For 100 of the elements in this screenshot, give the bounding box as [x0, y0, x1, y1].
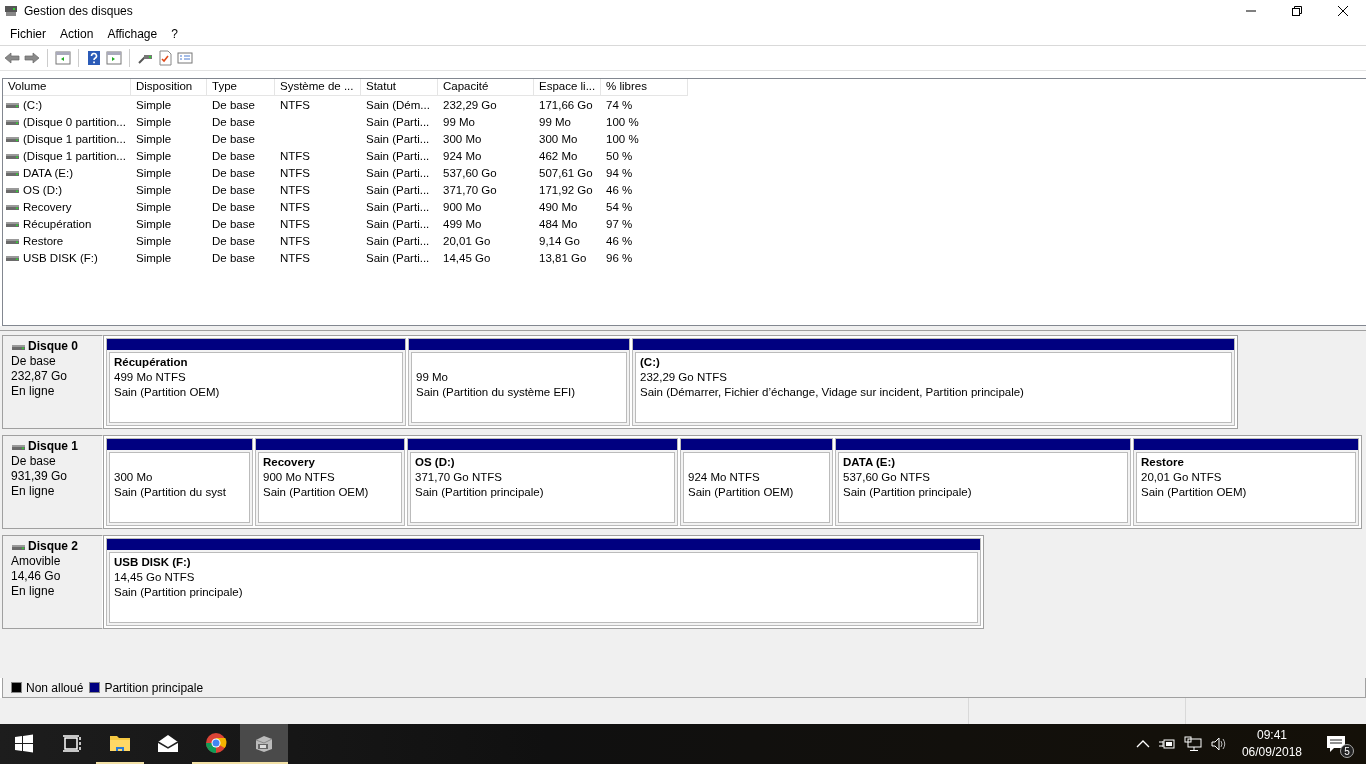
maximize-icon	[1292, 6, 1302, 16]
partition-name: USB DISK (F:)	[114, 555, 192, 570]
partition-name: DATA (E:)	[843, 455, 897, 470]
table-cell-text: 462 Mo	[538, 149, 579, 162]
table-cell-text: 499 Mo	[442, 217, 483, 230]
forward-arrow-icon[interactable]	[24, 50, 40, 66]
table-cell: DATA (E:)	[23, 166, 74, 179]
table-cell: (Disque 1 partition...	[23, 132, 126, 145]
clock-date[interactable]: 06/09/2018	[1241, 744, 1302, 761]
disk-label-panel[interactable]: Disque 2 Amovible 14,46 Go En ligne	[2, 535, 103, 629]
column-header[interactable]: Disposition	[131, 79, 207, 96]
table-cell-text: De base	[211, 200, 256, 213]
table-cell-text: NTFS	[279, 183, 312, 196]
partition-size: 371,70 Go NTFS	[415, 470, 503, 485]
partition-status: Sain (Partition OEM)	[263, 485, 370, 500]
network-icon	[1183, 736, 1202, 752]
partition-block[interactable]: Recovery 900 Mo NTFS Sain (Partition OEM)	[255, 438, 405, 526]
partition-block[interactable]: 300 Mo Sain (Partition du syst	[106, 438, 253, 526]
partition-block[interactable]: 924 Mo NTFS Sain (Partition OEM)	[680, 438, 833, 526]
table-cell-text: De base	[211, 115, 256, 128]
partition-block[interactable]: (C:) 232,29 Go NTFS Sain (Démarrer, Fichier d’échange, Vidage sur incident, Partition principale)	[632, 338, 1235, 426]
partition-size: 20,01 Go NTFS	[1141, 470, 1223, 485]
disk-name: Disque 0	[28, 339, 78, 354]
table-cell-text: 371,70 Go	[442, 183, 498, 196]
disk-label-panel[interactable]: Disque 1 De base 931,39 Go En ligne	[2, 435, 103, 529]
table-cell-text: 490 Mo	[538, 200, 579, 213]
checklist-icon[interactable]	[157, 50, 173, 66]
taskbar-app-button[interactable]	[240, 724, 288, 764]
back-arrow-icon[interactable]	[4, 50, 20, 66]
disk-info: En ligne	[11, 484, 56, 499]
table-cell-text: Sain (Parti...	[365, 217, 431, 230]
table-cell-text: 484 Mo	[538, 217, 579, 230]
column-header[interactable]: Type	[207, 79, 275, 96]
table-cell-text: De base	[211, 166, 256, 179]
menu-item[interactable]: Fichier	[3, 26, 53, 41]
column-header[interactable]: Volume	[3, 79, 131, 96]
menu-item[interactable]: Affichage	[100, 26, 165, 41]
table-cell-text: 9,14 Go	[538, 234, 581, 247]
panel-icon[interactable]	[106, 50, 122, 66]
table-cell-text: 300 Mo	[442, 132, 483, 145]
partition-block[interactable]: USB DISK (F:) 14,45 Go NTFS Sain (Partition principale)	[106, 538, 981, 626]
table-cell-text: 74 %	[605, 98, 634, 111]
partition-block[interactable]: OS (D:) 371,70 Go NTFS Sain (Partition principale)	[407, 438, 678, 526]
partition-block[interactable]: Récupération 499 Mo NTFS Sain (Partition OEM)	[106, 338, 406, 426]
table-cell-text: Simple	[135, 200, 173, 213]
table-cell-text: De base	[211, 98, 256, 111]
table-cell-text: 46 %	[605, 234, 634, 247]
table-cell: USB DISK (F:)	[23, 251, 98, 264]
table-cell-text: 171,92 Go	[538, 183, 594, 196]
column-header[interactable]: Statut	[361, 79, 438, 96]
table-cell-text: Simple	[135, 149, 173, 162]
notification-icon	[1326, 735, 1346, 753]
window-title: Gestion des disques	[24, 4, 134, 18]
column-header[interactable]: Système de ...	[275, 79, 361, 96]
speaker-icon	[1209, 736, 1228, 752]
table-cell-text: NTFS	[279, 166, 312, 179]
help-icon[interactable]	[86, 50, 102, 66]
partition-status: Sain (Partition OEM)	[114, 385, 221, 400]
partition-size: 499 Mo NTFS	[114, 370, 187, 385]
partition-size: 14,45 Go NTFS	[114, 570, 196, 585]
column-header[interactable]: Capacité	[438, 79, 534, 96]
partition-block[interactable]: Restore 20,01 Go NTFS Sain (Partition OEM)	[1133, 438, 1359, 526]
column-header[interactable]: Espace li...	[534, 79, 601, 96]
partition-block[interactable]: DATA (E:) 537,60 Go NTFS Sain (Partition principale)	[835, 438, 1131, 526]
table-cell-text: Simple	[135, 217, 173, 230]
table-cell-text: NTFS	[279, 200, 312, 213]
table-cell: Restore	[23, 234, 64, 247]
table-cell-text: 97 %	[605, 217, 634, 230]
table-cell-text: Simple	[135, 132, 173, 145]
menu-item[interactable]: Action	[53, 26, 101, 41]
partition-block[interactable]: 99 Mo Sain (Partition du système EFI)	[408, 338, 630, 426]
disk-info: 232,87 Go	[11, 369, 69, 384]
table-cell-text: De base	[211, 217, 256, 230]
table-cell-text: De base	[211, 132, 256, 145]
table-cell-text: Sain (Parti...	[365, 200, 431, 213]
table-cell-text: Simple	[135, 234, 173, 247]
table-cell-text: De base	[211, 251, 256, 264]
close-icon	[1338, 6, 1348, 16]
column-header[interactable]: % libres	[601, 79, 688, 96]
table-cell-text: Sain (Parti...	[365, 166, 431, 179]
table-cell-text: Sain (Dém...	[365, 98, 431, 111]
panel-icon[interactable]	[55, 50, 71, 66]
table-cell-text: Sain (Parti...	[365, 115, 431, 128]
partition-size: 900 Mo NTFS	[263, 470, 336, 485]
table-cell-text: Sain (Parti...	[365, 183, 431, 196]
disk-name: Disque 2	[28, 539, 78, 554]
table-cell-text: 99 Mo	[538, 115, 572, 128]
table-cell-text: 99 Mo	[442, 115, 476, 128]
disk-info: De base	[11, 354, 57, 369]
chrome-icon	[204, 731, 228, 755]
menu-item[interactable]: ?	[164, 26, 185, 41]
table-cell-text: 924 Mo	[442, 149, 483, 162]
table-cell-text: 54 %	[605, 200, 634, 213]
table-cell-text: NTFS	[279, 217, 312, 230]
table-cell-text: Sain (Parti...	[365, 234, 431, 247]
clock-time[interactable]: 09:41	[1256, 727, 1287, 744]
partition-size: 300 Mo	[114, 470, 154, 485]
table-cell: (Disque 1 partition...	[23, 149, 126, 162]
disk-label-panel[interactable]: Disque 0 De base 232,87 Go En ligne	[2, 335, 103, 429]
partition-status: Sain (Partition du syst	[114, 485, 227, 500]
